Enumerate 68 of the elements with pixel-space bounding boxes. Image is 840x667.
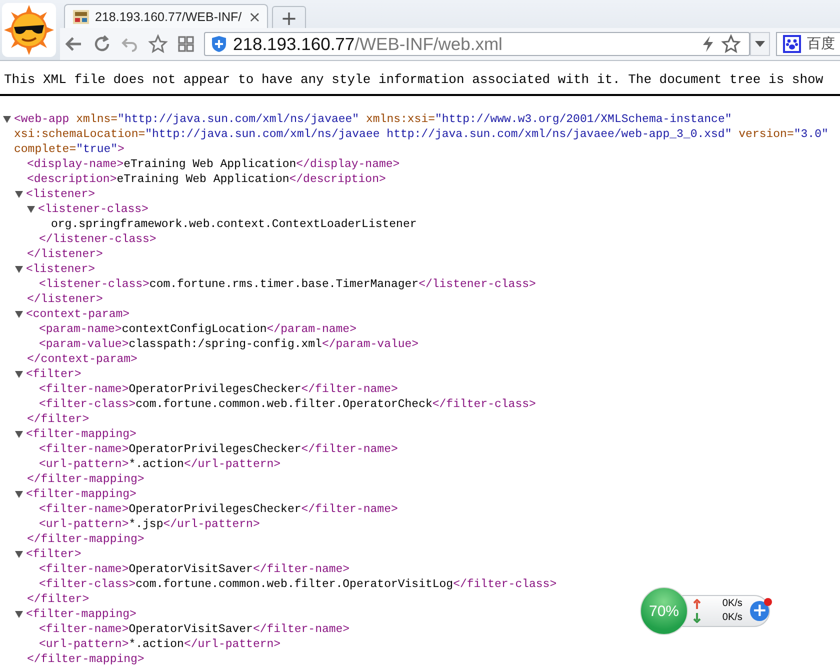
xml-line: <filter-name>OperatorPrivilegesChecker</filter-name>	[39, 382, 398, 397]
xml-line: <filter-mapping>	[26, 427, 136, 442]
collapse-toggle[interactable]	[27, 206, 35, 213]
apps-grid-icon[interactable]	[176, 34, 196, 54]
star-icon[interactable]	[721, 34, 741, 54]
lightning-icon[interactable]	[701, 35, 715, 53]
xml-line: </listener>	[27, 292, 103, 307]
xml-line: </filter-mapping>	[27, 652, 144, 667]
dropdown-button[interactable]	[750, 32, 770, 56]
collapse-toggle[interactable]	[15, 311, 23, 318]
xml-line: <listener>	[26, 262, 96, 277]
add-button[interactable]: +	[750, 601, 769, 621]
xml-text: org.springframework.web.context.ContextLoaderListener	[51, 217, 417, 232]
download-arrow-icon	[693, 613, 701, 623]
download-speed: 0K/s	[722, 611, 742, 625]
url-text: 218.193.160.77/WEB-INF/web.xml	[233, 34, 504, 54]
xml-line: <filter-class>com.fortune.common.web.filter.OperatorVisitLog</filter-class>	[39, 577, 557, 592]
collapse-toggle[interactable]	[3, 116, 11, 123]
xml-line: </filter-mapping>	[27, 472, 144, 487]
xml-line: <web-app xmlns="http://java.sun.com/xml/ns/javaee" xmlns:xsi="http://www.w3.org/2001/XMLSchema-instance" xsi:schemaLocation="http://java.sun.com/xml/ns/javaee http://java.sun.com/xml/ns/javaee/web-app_3_0.xsd" version="3.0" complete="true">	[14, 112, 830, 157]
reload-icon[interactable]	[92, 34, 112, 54]
xml-line: <param-value>classpath:/spring-config.xml</param-value>	[39, 337, 419, 352]
xml-line: <filter-name>OperatorPrivilegesChecker</filter-name>	[39, 442, 398, 457]
paw-icon	[783, 35, 801, 53]
xml-line: <url-pattern>*.action</url-pattern>	[39, 457, 281, 472]
xml-line: <listener-class>com.fortune.rms.timer.base.TimerManager</listener-class>	[39, 277, 536, 292]
xml-line: <filter-class>com.fortune.common.web.filter.OperatorCheck</filter-class>	[39, 397, 536, 412]
xml-line: <filter-name>OperatorPrivilegesChecker</filter-name>	[39, 502, 398, 517]
xml-line: </listener>	[27, 247, 103, 262]
address-field[interactable]: 218.193.160.77/WEB-INF/web.xml	[204, 32, 750, 56]
collapse-toggle[interactable]	[15, 551, 23, 558]
xml-line: <display-name>eTraining Web Application</display-name>	[27, 157, 400, 172]
xml-line: <listener-class>	[38, 202, 148, 217]
xml-line: </filter-mapping>	[27, 532, 144, 547]
xml-line: <description>eTraining Web Application</description>	[27, 172, 386, 187]
collapse-toggle[interactable]	[15, 371, 23, 378]
caret-icon	[755, 41, 765, 47]
xml-line: <filter-name>OperatorVisitSaver</filter-name>	[39, 562, 350, 577]
search-field[interactable]: 百度	[776, 32, 840, 56]
xml-line: <filter>	[26, 367, 82, 382]
shield-icon	[211, 35, 227, 53]
xml-line: <filter>	[26, 547, 82, 562]
xml-line: </listener-class>	[39, 232, 156, 247]
browser-tab[interactable]: 218.193.160.77/WEB-INF/ ×	[64, 4, 268, 28]
close-tab-button[interactable]: ×	[248, 8, 261, 26]
collapse-toggle[interactable]	[15, 266, 23, 273]
xml-line: <url-pattern>*.action</url-pattern>	[39, 637, 281, 652]
star-icon[interactable]	[148, 34, 168, 54]
xml-line: </filter>	[27, 412, 90, 427]
upload-arrow-icon	[693, 599, 701, 609]
collapse-toggle[interactable]	[15, 611, 23, 618]
xml-line: </context-param>	[27, 352, 138, 367]
tab-title: 218.193.160.77/WEB-INF/	[95, 10, 242, 24]
collapse-toggle[interactable]	[15, 191, 23, 198]
collapse-toggle[interactable]	[15, 431, 23, 438]
xml-line: <context-param>	[26, 307, 130, 322]
site-favicon-icon	[73, 8, 89, 24]
xml-line: </filter>	[27, 592, 90, 607]
xml-line: <filter-name>OperatorVisitSaver</filter-name>	[39, 622, 350, 637]
sun-with-sunglasses-icon[interactable]	[2, 3, 56, 57]
notice-text: This XML file does not appear to have any style information associated with it. The document tree is show	[4, 71, 824, 89]
xml-line: <filter-mapping>	[26, 607, 136, 622]
xml-line: <url-pattern>*.jsp</url-pattern>	[39, 517, 260, 532]
upload-speed: 0K/s	[722, 597, 742, 611]
xml-line: <listener>	[26, 187, 96, 202]
xml-line: <filter-mapping>	[26, 487, 136, 502]
xml-line: <param-name>contextConfigLocation</param-name>	[39, 322, 356, 337]
collapse-toggle[interactable]	[15, 491, 23, 498]
